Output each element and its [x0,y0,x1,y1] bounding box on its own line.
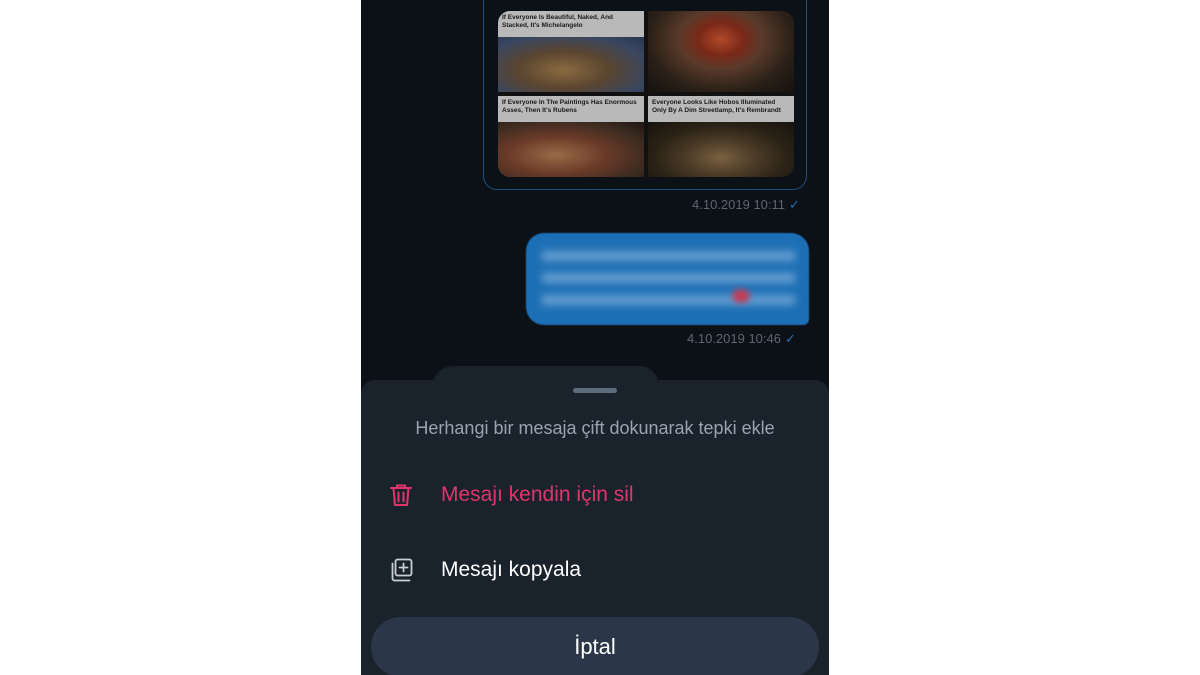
tile-caption: If Everyone Is Beautiful, Naked, And Sta… [498,11,644,37]
message-actions-sheet: Herhangi bir mesaja çift dokunarak tepki… [361,380,829,675]
image-message[interactable]: If Everyone Is Beautiful, Naked, And Sta… [483,0,807,190]
painting-image [498,37,644,92]
message-timestamp: 4.10.2019 10:11 ✓ [692,197,800,213]
sheet-grabber[interactable] [573,388,617,393]
text-message-bubble[interactable] [526,233,809,325]
painting-image [498,122,644,177]
trash-icon [390,484,412,506]
timestamp-text: 4.10.2019 10:46 [687,331,781,346]
copy-message-button[interactable]: Mesajı kopyala [361,544,829,596]
collage-tile-michelangelo: If Everyone Is Beautiful, Naked, And Sta… [498,11,644,92]
collage-tile-rembrandt: Everyone Looks Like Hobos Illuminated On… [648,96,794,177]
painting-image [648,122,794,177]
collage-tile-rubens: If Everyone In The Paintings Has Enormou… [498,96,644,177]
collage-tile-portrait [648,11,794,92]
reaction-hint: Herhangi bir mesaja çift dokunarak tepki… [415,418,775,438]
cancel-button[interactable]: İptal [371,617,819,675]
blurred-emoji [732,289,750,303]
phone-screen: If Everyone Is Beautiful, Naked, And Sta… [361,0,829,675]
tile-caption: If Everyone In The Paintings Has Enormou… [498,96,644,122]
blurred-message-text [542,245,795,311]
copy-icon [391,558,413,582]
delete-for-me-button[interactable]: Mesajı kendin için sil [361,469,829,521]
check-icon: ✓ [789,197,800,212]
delete-action-label: Mesajı kendin için sil [441,483,634,506]
check-icon: ✓ [784,331,796,346]
painting-image [648,11,794,92]
message-timestamp: 4.10.2019 10:46 ✓ [687,331,796,347]
tile-caption: Everyone Looks Like Hobos Illuminated On… [648,96,794,122]
copy-action-label: Mesajı kopyala [441,558,582,581]
timestamp-text: 4.10.2019 10:11 [692,197,786,212]
image-collage[interactable]: If Everyone Is Beautiful, Naked, And Sta… [498,11,794,177]
